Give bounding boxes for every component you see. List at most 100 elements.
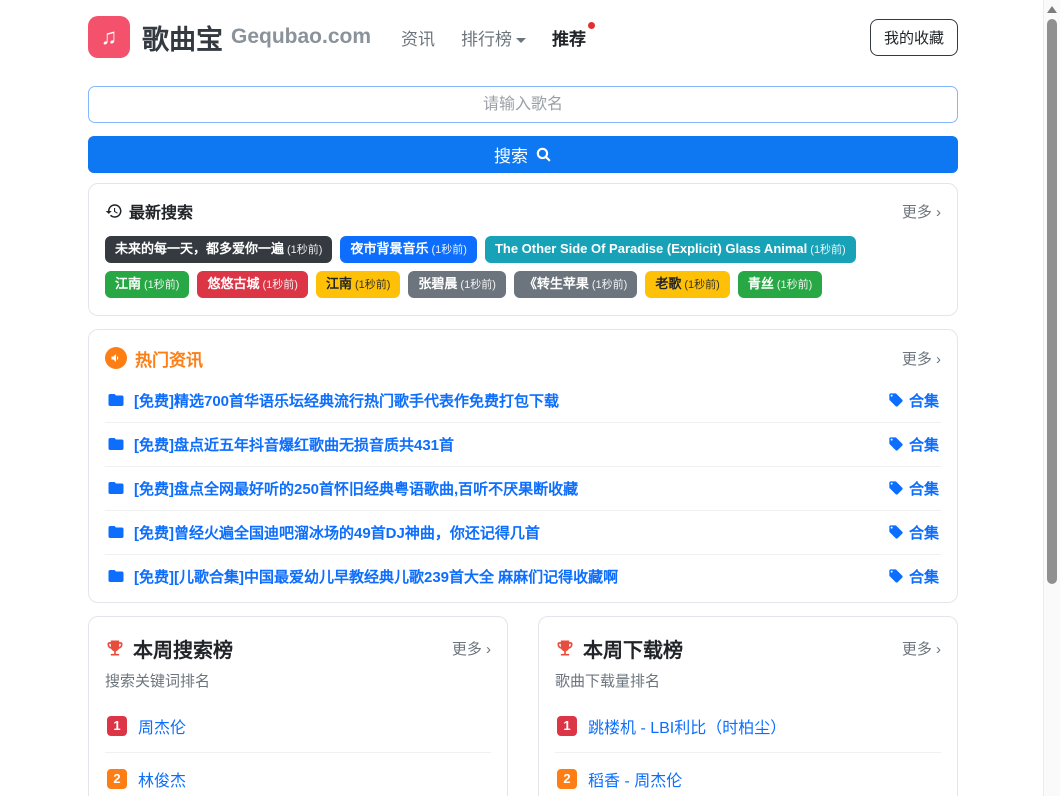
nav-item-news[interactable]: 资讯 [401, 25, 435, 50]
rank-badge: 1 [107, 716, 127, 736]
weekly-search-list: 1 周杰伦 2 林俊杰 [105, 700, 491, 796]
main-nav: 资讯 排行榜 推荐 [401, 25, 586, 50]
search-button[interactable]: 搜索 [88, 136, 958, 173]
latest-search-card: 最新搜索 更多 › 未来的每一天，都多爱你一遍(1秒前) 夜市背景音乐(1秒前)… [88, 183, 958, 316]
hot-news-title: 热门资讯 [105, 346, 203, 371]
rank-item[interactable]: 2 稻香 - 周杰伦 [555, 753, 941, 796]
trophy-icon [105, 638, 125, 658]
news-row[interactable]: [免费]曾经火遍全国迪吧溜冰场的49首DJ神曲，你还记得几首 合集 [105, 511, 941, 555]
nav-item-rankings[interactable]: 排行榜 [461, 25, 526, 50]
search-tag-time: (1秒前) [684, 279, 719, 291]
search-input[interactable] [88, 86, 958, 123]
rank-label: 跳楼机 - LBI利比（时柏尘） [588, 714, 786, 738]
collection-tag[interactable]: 合集 [888, 478, 939, 499]
search-tag-time: (1秒前) [460, 279, 495, 291]
latest-search-tags: 未来的每一天，都多爱你一遍(1秒前) 夜市背景音乐(1秒前) The Other… [105, 236, 941, 298]
weekly-download-title: 本周下载榜 [555, 634, 683, 663]
latest-search-more-link[interactable]: 更多 › [902, 201, 941, 222]
news-row[interactable]: [免费]精选700首华语乐坛经典流行热门歌手代表作免费打包下载 合集 [105, 379, 941, 423]
rank-item[interactable]: 1 跳楼机 - LBI利比（时柏尘） [555, 700, 941, 753]
site-domain: Gequbao.com [231, 25, 371, 49]
tag-icon [888, 392, 904, 408]
collection-tag-label: 合集 [909, 566, 939, 587]
scrollbar[interactable] [1043, 0, 1060, 796]
rank-label: 林俊杰 [138, 767, 186, 791]
rank-cards-row: 本周搜索榜 更多 › 搜索关键词排名 1 周杰伦 2 林俊杰 [88, 616, 958, 796]
search-tag-time: (1秒前) [144, 279, 179, 291]
rank-badge: 2 [107, 769, 127, 789]
site-name[interactable]: 歌曲宝 [142, 18, 223, 57]
search-tag[interactable]: 未来的每一天，都多爱你一遍(1秒前) [105, 236, 332, 263]
search-tag-time: (1秒前) [810, 244, 845, 256]
collection-tag[interactable]: 合集 [888, 566, 939, 587]
scrollbar-thumb[interactable] [1047, 19, 1057, 584]
weekly-download-subtitle: 歌曲下载量排名 [555, 670, 941, 691]
search-tag-label: 未来的每一天，都多爱你一遍 [115, 241, 284, 256]
history-icon [105, 202, 123, 220]
search-tag[interactable]: 夜市背景音乐(1秒前) [340, 236, 476, 263]
tag-icon [888, 568, 904, 584]
weekly-download-more-link[interactable]: 更多 › [902, 638, 941, 659]
search-tag-label: 江南 [326, 276, 352, 291]
scrollbar-up-arrow[interactable] [1047, 6, 1057, 13]
news-link: [免费]盘点全网最好听的250首怀旧经典粤语歌曲,百听不厌果断收藏 [134, 478, 578, 499]
news-row[interactable]: [免费]盘点近五年抖音爆红歌曲无损音质共431首 合集 [105, 423, 941, 467]
search-tag[interactable]: 张碧晨(1秒前) [408, 271, 505, 298]
latest-search-title: 最新搜索 [105, 199, 193, 223]
rank-badge: 1 [557, 716, 577, 736]
collection-tag[interactable]: 合集 [888, 390, 939, 411]
search-button-label: 搜索 [494, 142, 528, 167]
collection-tag-label: 合集 [909, 478, 939, 499]
search-tag-time: (1秒前) [287, 244, 322, 256]
search-tag-label: 青丝 [748, 276, 774, 291]
page-container: ♫ 歌曲宝 Gequbao.com 资讯 排行榜 推荐 我的收藏 搜索 最新搜索… [88, 14, 958, 796]
folder-icon [107, 523, 125, 541]
news-row[interactable]: [免费][儿歌合集]中国最爱幼儿早教经典儿歌239首大全 麻麻们记得收藏啊 合集 [105, 555, 941, 598]
header: ♫ 歌曲宝 Gequbao.com 资讯 排行榜 推荐 我的收藏 [88, 14, 958, 60]
search-tag-label: 《转生苹果 [524, 276, 589, 291]
search-tag[interactable]: The Other Side Of Paradise (Explicit) Gl… [485, 236, 856, 263]
search-tag[interactable]: 江南(1秒前) [316, 271, 400, 298]
folder-icon [107, 435, 125, 453]
search-tag-label: 悠悠古城 [207, 276, 259, 291]
collection-tag-label: 合集 [909, 522, 939, 543]
news-link: [免费][儿歌合集]中国最爱幼儿早教经典儿歌239首大全 麻麻们记得收藏啊 [134, 566, 618, 587]
search-tag[interactable]: 江南(1秒前) [105, 271, 189, 298]
search-tag-time: (1秒前) [355, 279, 390, 291]
collection-tag[interactable]: 合集 [888, 434, 939, 455]
nav-item-recommend[interactable]: 推荐 [552, 25, 586, 50]
rank-badge: 2 [557, 769, 577, 789]
weekly-search-card: 本周搜索榜 更多 › 搜索关键词排名 1 周杰伦 2 林俊杰 [88, 616, 508, 796]
megaphone-icon [105, 347, 127, 369]
folder-icon [107, 479, 125, 497]
news-link: [免费]精选700首华语乐坛经典流行热门歌手代表作免费打包下载 [134, 390, 559, 411]
rank-item[interactable]: 2 林俊杰 [105, 753, 491, 796]
weekly-download-card: 本周下载榜 更多 › 歌曲下载量排名 1 跳楼机 - LBI利比（时柏尘） 2 … [538, 616, 958, 796]
latest-search-header: 最新搜索 更多 › [105, 199, 941, 223]
rank-label: 周杰伦 [138, 714, 186, 738]
collection-tag[interactable]: 合集 [888, 522, 939, 543]
hot-news-card: 热门资讯 更多 › [免费]精选700首华语乐坛经典流行热门歌手代表作免费打包下… [88, 329, 958, 603]
search-tag-label: The Other Side Of Paradise (Explicit) Gl… [495, 241, 807, 256]
search-tag[interactable]: 《转生苹果(1秒前) [514, 271, 637, 298]
tag-icon [888, 524, 904, 540]
my-favorites-button[interactable]: 我的收藏 [870, 19, 958, 56]
weekly-search-more-link[interactable]: 更多 › [452, 638, 491, 659]
search-tag[interactable]: 青丝(1秒前) [738, 271, 822, 298]
search-tag-label: 张碧晨 [418, 276, 457, 291]
weekly-download-header: 本周下载榜 更多 › [555, 634, 941, 663]
search-tag[interactable]: 悠悠古城(1秒前) [197, 271, 307, 298]
tag-icon [888, 436, 904, 452]
site-logo[interactable]: ♫ [88, 16, 130, 58]
weekly-download-list: 1 跳楼机 - LBI利比（时柏尘） 2 稻香 - 周杰伦 [555, 700, 941, 796]
search-tag-label: 夜市背景音乐 [350, 241, 428, 256]
rank-label: 稻香 - 周杰伦 [588, 767, 682, 791]
news-row[interactable]: [免费]盘点全网最好听的250首怀旧经典粤语歌曲,百听不厌果断收藏 合集 [105, 467, 941, 511]
tag-icon [888, 480, 904, 496]
hot-news-more-link[interactable]: 更多 › [902, 348, 941, 369]
weekly-search-title: 本周搜索榜 [105, 634, 233, 663]
search-tag[interactable]: 老歌(1秒前) [645, 271, 729, 298]
rank-item[interactable]: 1 周杰伦 [105, 700, 491, 753]
search-tag-time: (1秒前) [592, 279, 627, 291]
search-tag-time: (1秒前) [777, 279, 812, 291]
